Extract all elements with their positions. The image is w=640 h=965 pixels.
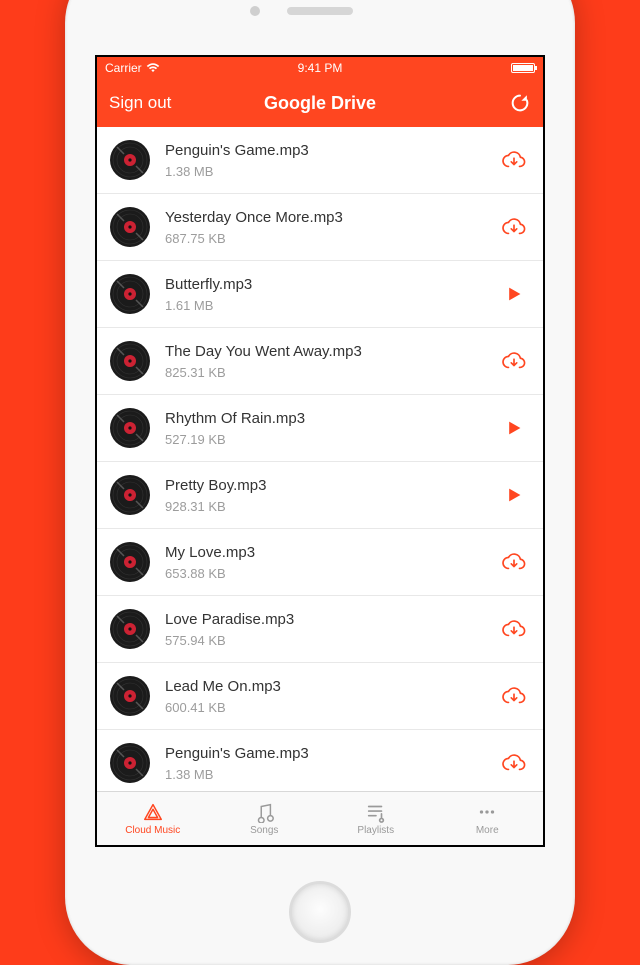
file-action[interactable] [499,551,529,573]
vinyl-icon [109,675,151,717]
file-action[interactable] [499,420,529,436]
file-size: 1.61 MB [165,298,499,313]
file-row[interactable]: Rhythm Of Rain.mp3 527.19 KB [97,395,543,462]
file-name: Lead Me On.mp3 [165,678,499,695]
carrier-label: Carrier [105,61,142,75]
file-row[interactable]: Penguin's Game.mp3 1.38 MB [97,127,543,194]
file-name: Yesterday Once More.mp3 [165,209,499,226]
file-size: 653.88 KB [165,566,499,581]
vinyl-icon [109,273,151,315]
playlist-icon [364,801,388,823]
file-size: 687.75 KB [165,231,499,246]
phone-camera [250,6,260,16]
vinyl-icon [109,340,151,382]
file-action[interactable] [499,149,529,171]
file-list[interactable]: Penguin's Game.mp3 1.38 MB Yesterday Once … [97,127,543,791]
download-icon[interactable] [501,752,527,774]
file-row[interactable]: The Day You Went Away.mp3 825.31 KB [97,328,543,395]
file-name: The Day You Went Away.mp3 [165,343,499,360]
play-icon[interactable] [506,286,522,302]
file-action[interactable] [499,685,529,707]
vinyl-icon [109,407,151,449]
download-icon[interactable] [501,216,527,238]
vinyl-icon [109,206,151,248]
vinyl-icon [109,474,151,516]
file-name: Love Paradise.mp3 [165,611,499,628]
home-button[interactable] [289,881,351,943]
music-note-icon [252,801,276,823]
play-icon[interactable] [506,420,522,436]
tab-bar: Cloud Music Songs Playlists More [97,791,543,845]
battery-icon [511,63,535,73]
file-size: 527.19 KB [165,432,499,447]
file-action[interactable] [499,216,529,238]
phone-frame: Carrier 9:41 PM Sign out Google Drive Pe… [65,0,575,965]
download-icon[interactable] [501,149,527,171]
file-size: 575.94 KB [165,633,499,648]
tab-more[interactable]: More [432,792,544,845]
file-name: Penguin's Game.mp3 [165,142,499,159]
file-row[interactable]: Lead Me On.mp3 600.41 KB [97,663,543,730]
file-size: 1.38 MB [165,164,499,179]
file-action[interactable] [499,752,529,774]
file-size: 1.38 MB [165,767,499,782]
page-title: Google Drive [189,93,451,114]
file-action[interactable] [499,487,529,503]
wifi-icon [146,63,160,73]
file-row[interactable]: Butterfly.mp3 1.61 MB [97,261,543,328]
file-size: 928.31 KB [165,499,499,514]
more-icon [475,801,499,823]
tab-songs[interactable]: Songs [209,792,321,845]
screen: Carrier 9:41 PM Sign out Google Drive Pe… [95,55,545,847]
file-size: 600.41 KB [165,700,499,715]
download-icon[interactable] [501,551,527,573]
file-row[interactable]: My Love.mp3 653.88 KB [97,529,543,596]
file-name: Rhythm Of Rain.mp3 [165,410,499,427]
refresh-icon[interactable] [509,92,531,114]
file-name: Pretty Boy.mp3 [165,477,499,494]
file-action[interactable] [499,350,529,372]
cloud-icon [141,801,165,823]
file-size: 825.31 KB [165,365,499,380]
file-action[interactable] [499,618,529,640]
file-row[interactable]: Yesterday Once More.mp3 687.75 KB [97,194,543,261]
vinyl-icon [109,541,151,583]
vinyl-icon [109,139,151,181]
file-row[interactable]: Pretty Boy.mp3 928.31 KB [97,462,543,529]
download-icon[interactable] [501,350,527,372]
phone-speaker [287,7,353,15]
tab-cloud-music[interactable]: Cloud Music [97,792,209,845]
clock: 9:41 PM [185,61,455,75]
download-icon[interactable] [501,618,527,640]
download-icon[interactable] [501,685,527,707]
file-name: My Love.mp3 [165,544,499,561]
file-name: Butterfly.mp3 [165,276,499,293]
tab-playlists[interactable]: Playlists [320,792,432,845]
file-name: Penguin's Game.mp3 [165,745,499,762]
play-icon[interactable] [506,487,522,503]
sign-out-button[interactable]: Sign out [109,93,189,113]
status-bar: Carrier 9:41 PM [97,57,543,79]
file-row[interactable]: Love Paradise.mp3 575.94 KB [97,596,543,663]
vinyl-icon [109,742,151,784]
nav-bar: Sign out Google Drive [97,79,543,127]
file-action[interactable] [499,286,529,302]
vinyl-icon [109,608,151,650]
file-row[interactable]: Penguin's Game.mp3 1.38 MB [97,730,543,791]
